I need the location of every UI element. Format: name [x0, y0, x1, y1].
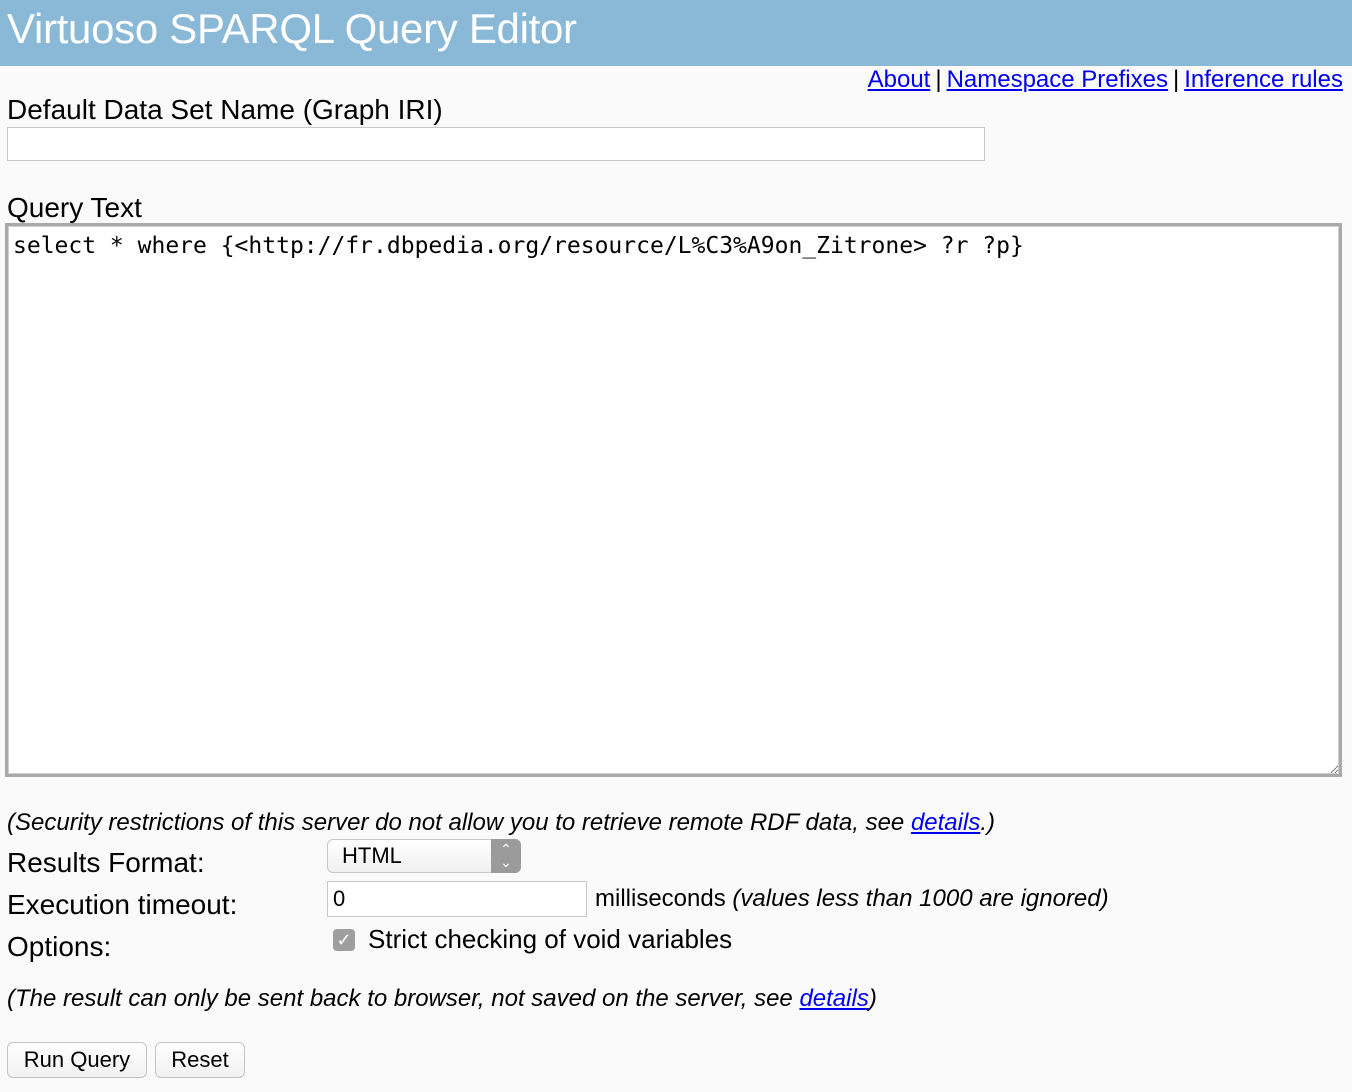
result-note-end: ): [868, 985, 877, 1012]
graph-iri-input[interactable]: [7, 127, 985, 161]
options-label: Options:: [7, 931, 112, 962]
strict-checking-checkbox[interactable]: ✓: [333, 929, 355, 951]
security-note-text: (Security restrictions of this server do…: [7, 809, 911, 836]
execution-timeout-input[interactable]: [327, 881, 587, 917]
strict-checking-label[interactable]: Strict checking of void variables: [368, 923, 732, 955]
about-link[interactable]: About: [868, 66, 931, 93]
namespace-prefixes-link[interactable]: Namespace Prefixes: [947, 66, 1168, 93]
app-header: Virtuoso SPARQL Query Editor: [0, 0, 1352, 66]
timeout-unit: milliseconds: [595, 885, 726, 912]
select-arrows-icon: ⌃ ⌄: [491, 839, 521, 873]
page-title: Virtuoso SPARQL Query Editor: [7, 5, 577, 52]
results-format-value: HTML: [342, 843, 402, 868]
result-details-link[interactable]: details: [799, 985, 868, 1012]
security-note: (Security restrictions of this server do…: [7, 808, 995, 838]
link-separator: |: [1173, 66, 1180, 93]
timeout-hint-text: (values less than 1000 are ignored): [732, 885, 1109, 912]
inference-rules-link[interactable]: Inference rules: [1184, 66, 1343, 93]
execution-timeout-label: Execution timeout:: [7, 889, 238, 920]
result-note-text: (The result can only be sent back to bro…: [7, 985, 800, 1012]
results-format-label: Results Format:: [7, 847, 205, 878]
link-separator: |: [935, 66, 942, 93]
checkmark-icon: ✓: [336, 930, 352, 950]
reset-button[interactable]: Reset: [155, 1042, 245, 1078]
query-textarea[interactable]: select * where {<http://fr.dbpedia.org/r…: [5, 223, 1342, 777]
security-details-link[interactable]: details: [911, 809, 980, 836]
timeout-hint: milliseconds (values less than 1000 are …: [595, 884, 1109, 914]
results-format-select[interactable]: HTML ⌃ ⌄: [327, 839, 521, 873]
query-text-label: Query Text: [7, 192, 142, 223]
top-links: About | Namespace Prefixes | Inference rules: [868, 66, 1343, 94]
security-note-end: .): [980, 809, 995, 836]
result-note: (The result can only be sent back to bro…: [7, 984, 877, 1014]
run-query-button[interactable]: Run Query: [7, 1042, 147, 1078]
graph-iri-label: Default Data Set Name (Graph IRI): [7, 94, 443, 125]
